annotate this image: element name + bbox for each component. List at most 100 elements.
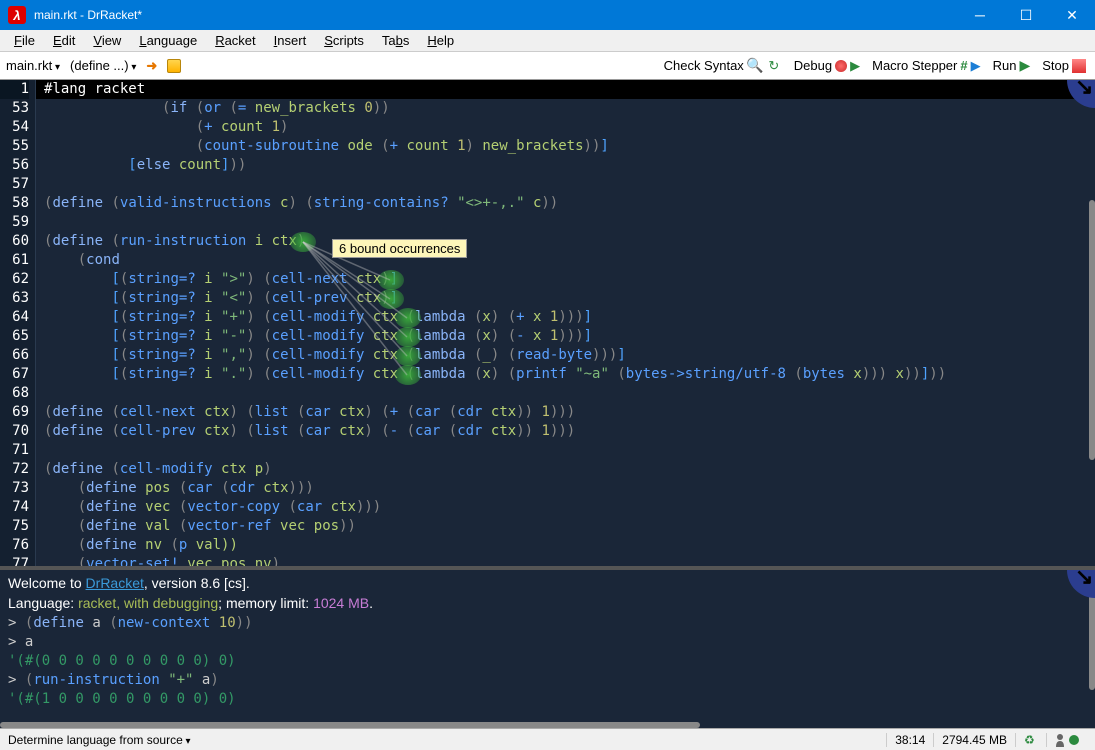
menu-racket[interactable]: Racket [207,31,263,50]
bug-icon [835,60,847,72]
debug-button[interactable]: Debug ▶ [791,57,863,75]
code-line: [(string=? i ",") (cell-modify ctx (lamb… [44,347,626,363]
drracket-link[interactable]: DrRacket [86,575,144,591]
code-line: (define nv (p val)) [44,537,238,553]
code-line: (define (cell-prev ctx) (list (car ctx) … [44,423,575,439]
repl-output[interactable]: Welcome to DrRacket, version 8.6 [cs]. L… [0,570,1095,728]
definitions-dropdown[interactable]: (define ...) [70,58,136,73]
gutter-line: 54 [0,118,29,137]
gutter-line: 53 [0,99,29,118]
menu-language[interactable]: Language [131,31,205,50]
repl-line: > (run-instruction "+" a) [8,672,219,688]
gutter-line: 63 [0,289,29,308]
gc-button[interactable]: ♻ [1015,733,1046,747]
menu-tabs[interactable]: Tabs [374,31,417,50]
interactions-pane: Welcome to DrRacket, version 8.6 [cs]. L… [0,570,1095,728]
stop-square-icon [1072,59,1086,73]
stop-label: Stop [1042,58,1069,73]
binding-highlight [395,365,421,385]
check-refresh-icon: ↻ [766,58,782,74]
binding-highlight [290,232,316,252]
gutter-line: 74 [0,498,29,517]
macro-stepper-label: Macro Stepper [872,58,957,73]
gutter-line: 60 [0,232,29,251]
gutter-line: 65 [0,327,29,346]
code-line: (if (or (= new_brackets 0)) [44,100,390,116]
macro-stepper-button[interactable]: Macro Stepper # ▶ [869,57,984,75]
gutter-line: 77 [0,555,29,570]
repl-scrollbar-h[interactable] [0,722,1095,728]
code-line: (define pos (car (cdr ctx))) [44,480,314,496]
file-dropdown[interactable]: main.rkt [6,58,60,73]
maximize-button[interactable]: ☐ [1003,0,1049,30]
status-indicators [1046,733,1087,747]
code-line: (cond [44,252,120,268]
code-line: [(string=? i "-") (cell-modify ctx (lamb… [44,328,592,344]
code-line [44,442,52,458]
menu-edit[interactable]: Edit [45,31,83,50]
gutter-line: 62 [0,270,29,289]
repl-line: > a [8,634,33,650]
gutter-line: 70 [0,422,29,441]
code-line: (define (cell-modify ctx p) [44,461,272,477]
debug-play-icon: ▶ [850,58,860,74]
gutter-line: 56 [0,156,29,175]
nav-back-icon[interactable]: ➜ [146,58,157,74]
code-line: (count-subroutine ode (+ count 1) new_br… [44,138,609,154]
person-icon [1055,733,1065,747]
statusbar: Determine language from source 38:14 279… [0,728,1095,750]
close-button[interactable]: ✕ [1049,0,1095,30]
repl-result: '(#(0 0 0 0 0 0 0 0 0 0) 0) [8,653,236,669]
window-controls: ─ ☐ ✕ [957,0,1095,30]
save-icon[interactable] [167,59,181,73]
code-line: (define (cell-next ctx) (list (car ctx) … [44,404,575,420]
code-line: (define (valid-instructions c) (string-c… [44,195,558,211]
repl-result: '(#(1 0 0 0 0 0 0 0 0 0) 0) [8,691,236,707]
gutter-line: 1 [0,80,29,99]
check-syntax-label: Check Syntax [664,58,744,73]
code-line: (vector-set! vec pos nv) [44,556,280,570]
gutter-line: 68 [0,384,29,403]
gutter-line: 67 [0,365,29,384]
gutter-line: 59 [0,213,29,232]
minimize-button[interactable]: ─ [957,0,1003,30]
menubar: File Edit View Language Racket Insert Sc… [0,30,1095,52]
definitions-pane: 1 53 54 55 56 57 58 59 60 61 62 63 64 65… [0,80,1095,570]
gutter-line: 64 [0,308,29,327]
toolbar: main.rkt (define ...) ➜ Check Syntax 🔍 ↻… [0,52,1095,80]
status-dot-icon [1069,735,1079,745]
menu-view[interactable]: View [85,31,129,50]
repl-language-line: Language: racket, with debugging; memory… [8,595,373,611]
memory-usage: 2794.45 MB [933,733,1015,747]
cursor-position: 38:14 [886,733,933,747]
stop-button[interactable]: Stop [1039,57,1089,74]
run-button[interactable]: Run ▶ [990,56,1034,75]
code-line: [(string=? i ".") (cell-modify ctx (lamb… [44,366,946,382]
debug-label: Debug [794,58,832,73]
code-line: (define vec (vector-copy (car ctx))) [44,499,381,515]
gutter-line: 76 [0,536,29,555]
code-line: (define val (vector-ref vec pos)) [44,518,356,534]
binding-highlight [378,289,404,309]
line-gutter: 1 53 54 55 56 57 58 59 60 61 62 63 64 65… [0,80,36,566]
menu-file[interactable]: File [6,31,43,50]
code-line: [(string=? i "+") (cell-modify ctx (lamb… [44,309,592,325]
gutter-line: 57 [0,175,29,194]
menu-insert[interactable]: Insert [266,31,315,50]
binding-highlight [378,270,404,290]
menu-scripts[interactable]: Scripts [316,31,372,50]
code-editor[interactable]: #lang racket (if (or (= new_brackets 0))… [36,80,1095,566]
binding-highlight [395,346,421,366]
gutter-line: 55 [0,137,29,156]
run-play-icon: ▶ [1019,57,1030,74]
gutter-line: 71 [0,441,29,460]
lang-directive: #lang racket [36,80,1095,99]
menu-help[interactable]: Help [419,31,462,50]
window-titlebar: λ main.rkt - DrRacket* ─ ☐ ✕ [0,0,1095,30]
gutter-line: 73 [0,479,29,498]
editor-scrollbar-v[interactable] [1089,80,1095,566]
check-syntax-button[interactable]: Check Syntax 🔍 ↻ [661,57,785,75]
nav-arrows: ➜ [146,58,157,74]
language-source-dropdown[interactable]: Determine language from source [8,733,191,747]
code-line [44,214,52,230]
